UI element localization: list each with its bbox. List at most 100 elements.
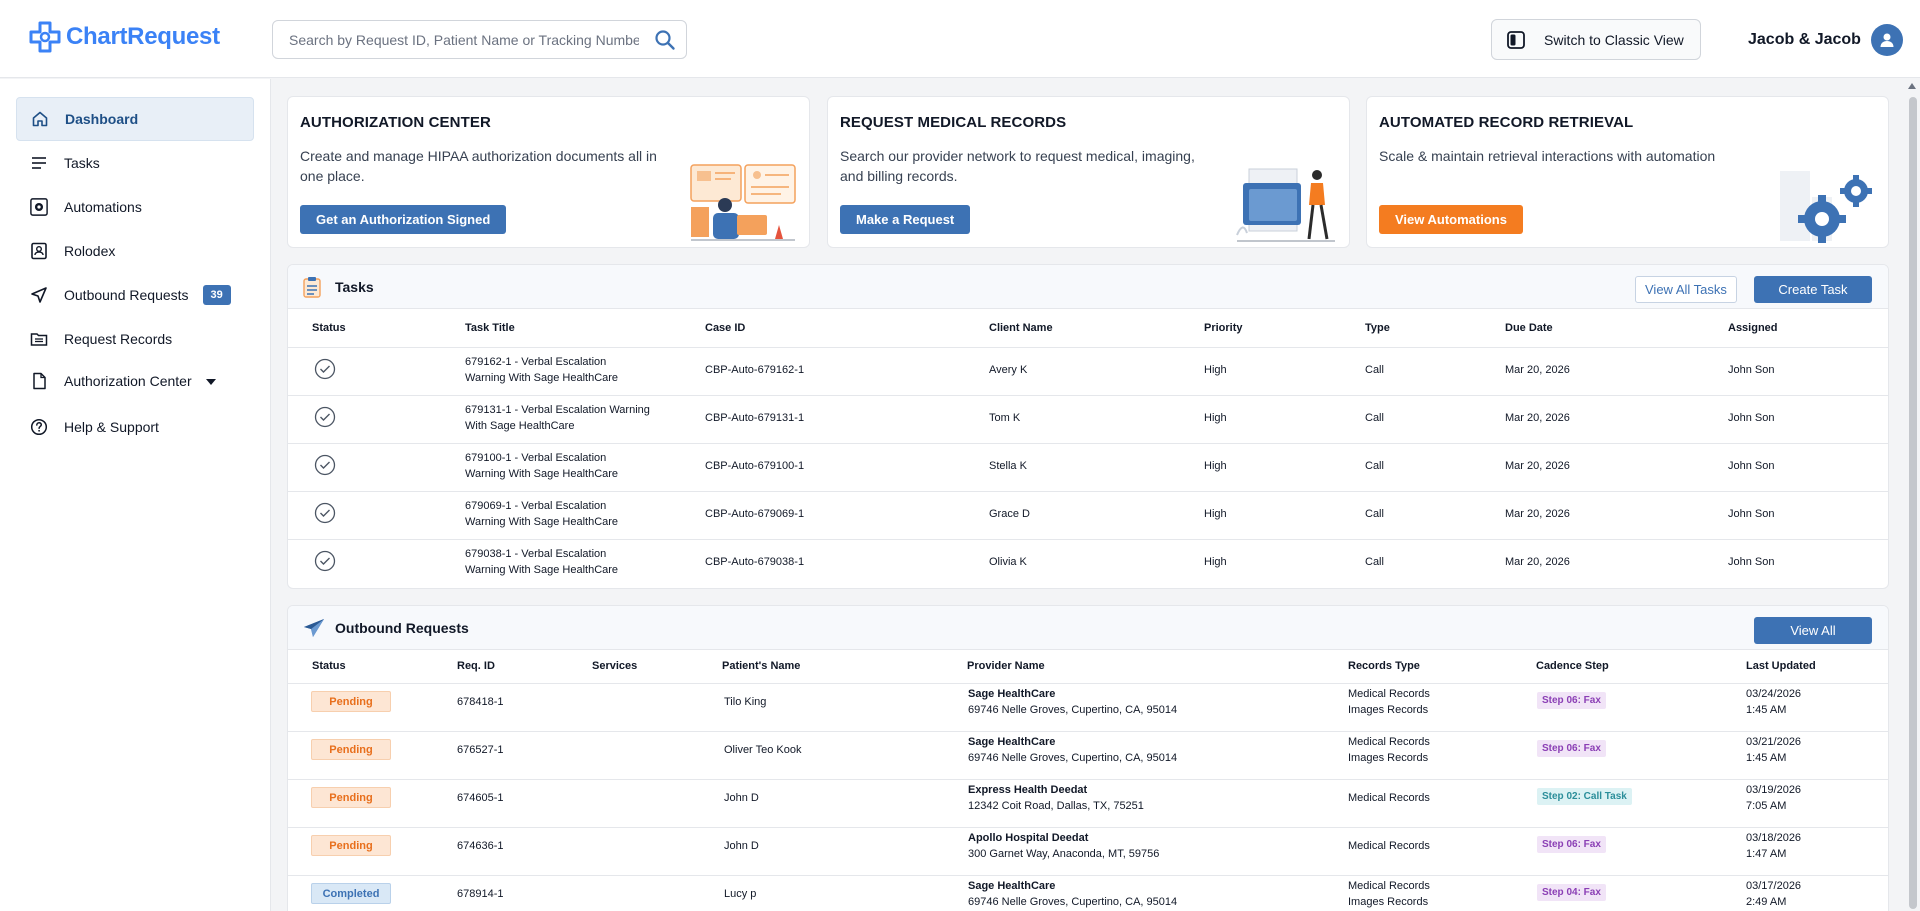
column-header: Status <box>312 660 346 672</box>
provider-info: Express Health Deedat 12342 Coit Road, Da… <box>968 782 1144 814</box>
divider <box>288 395 1888 396</box>
scroll-up-arrow-icon[interactable] <box>1908 83 1916 89</box>
request-id[interactable]: 674636-1 <box>457 838 504 854</box>
sidebar-item-help-support[interactable]: Help & Support <box>16 405 254 449</box>
outbound-requests-panel: Outbound Requests View All Status Req. I… <box>287 605 1889 911</box>
request-id[interactable]: 674605-1 <box>457 790 504 806</box>
chartrequest-logo[interactable]: ChartRequest <box>28 20 220 54</box>
column-header: Provider Name <box>967 660 1045 672</box>
check-circle-icon[interactable] <box>314 502 336 524</box>
task-title-line: Warning With Sage HealthCare <box>465 468 619 480</box>
task-title[interactable]: 679162-1 - Verbal Escalation Warning With… <box>465 354 618 386</box>
last-updated: 03/18/2026 1:47 AM <box>1746 830 1801 862</box>
card-description: Search our provider network to request m… <box>840 148 1195 184</box>
make-a-request-button[interactable]: Make a Request <box>840 205 971 234</box>
patient-name: John D <box>724 792 759 804</box>
status-badge: Pending <box>311 835 391 856</box>
check-circle-icon[interactable] <box>314 550 336 572</box>
card-title: AUTHORIZATION CENTER <box>300 114 491 131</box>
divider <box>288 539 1888 540</box>
provider-name: Apollo Hospital Deedat <box>968 832 1089 844</box>
sidebar-item-label: Authorization Center <box>64 373 192 389</box>
column-header: Priority <box>1204 322 1243 334</box>
task-title-line: Warning With Sage HealthCare <box>465 564 619 576</box>
records-type-line: Images Records <box>1348 752 1429 764</box>
check-circle-icon[interactable] <box>314 358 336 380</box>
sidebar-item-label: Dashboard <box>65 111 139 127</box>
divider <box>288 347 1888 348</box>
sidebar-item-request-records[interactable]: Request Records <box>16 317 254 361</box>
patient-name: Lucy p <box>724 888 757 900</box>
due-date: Mar 20, 2026 <box>1505 364 1570 376</box>
search-icon[interactable] <box>654 29 676 51</box>
request-id[interactable]: 678418-1 <box>457 694 504 710</box>
sidebar-item-rolodex[interactable]: Rolodex <box>16 229 254 273</box>
provider-name: Express Health Deedat <box>968 784 1088 796</box>
due-date: Mar 20, 2026 <box>1505 508 1570 520</box>
card-title: REQUEST MEDICAL RECORDS <box>840 114 1067 131</box>
provider-address: 69746 Nelle Groves, Cupertino, CA, 95014 <box>968 704 1178 716</box>
check-circle-icon[interactable] <box>314 406 336 428</box>
request-id[interactable]: 676527-1 <box>457 742 504 758</box>
user-menu[interactable]: Jacob & Jacob <box>1748 24 1903 56</box>
task-title[interactable]: 679131-1 - Verbal Escalation Warning With… <box>465 402 650 434</box>
view-automations-button[interactable]: View Automations <box>1379 205 1523 234</box>
due-date: Mar 20, 2026 <box>1505 412 1570 424</box>
task-title-line: 679131-1 - Verbal Escalation Warning <box>465 404 650 416</box>
check-circle-icon[interactable] <box>314 454 336 476</box>
logo-cross-icon <box>29 21 61 53</box>
page-scrollbar[interactable] <box>1905 79 1920 911</box>
provider-address: 12342 Coit Road, Dallas, TX, 75251 <box>968 800 1144 812</box>
get-authorization-signed-button[interactable]: Get an Authorization Signed <box>300 205 507 234</box>
task-title-line: 679100-1 - Verbal Escalation <box>465 452 607 464</box>
chevron-down-icon[interactable] <box>205 379 216 385</box>
column-header: Last Updated <box>1746 660 1816 672</box>
provider-address: 69746 Nelle Groves, Cupertino, CA, 95014 <box>968 896 1178 908</box>
card-description: Create and manage HIPAA authorization do… <box>300 148 657 184</box>
sidebar: Dashboard Tasks Automations Rolodex Outb… <box>0 79 271 911</box>
task-title[interactable]: 679100-1 - Verbal Escalation Warning With… <box>465 450 618 482</box>
switch-classic-view-button[interactable]: Switch to Classic View <box>1491 19 1701 60</box>
records-type-line: Medical Records <box>1348 688 1430 700</box>
records-type: Medical Records <box>1348 790 1430 806</box>
card-title: AUTOMATED RECORD RETRIEVAL <box>1379 114 1634 131</box>
provider-info: Sage HealthCare 69746 Nelle Groves, Cuper… <box>968 734 1177 766</box>
sidebar-item-tasks[interactable]: Tasks <box>16 141 254 185</box>
last-updated-date: 03/24/2026 <box>1746 688 1802 700</box>
divider <box>288 731 1888 732</box>
sidebar-item-dashboard[interactable]: Dashboard <box>16 97 254 141</box>
sidebar-item-automations[interactable]: Automations <box>16 185 254 229</box>
task-title[interactable]: 679038-1 - Verbal Escalation Warning With… <box>465 546 618 578</box>
priority: High <box>1204 412 1227 424</box>
view-all-tasks-button[interactable]: View All Tasks <box>1635 276 1737 303</box>
due-date: Mar 20, 2026 <box>1505 460 1570 472</box>
home-icon <box>31 110 49 128</box>
cadence-step-badge: Step 04: Fax <box>1537 884 1606 901</box>
assigned: John Son <box>1728 412 1775 424</box>
gears-illustration-icon <box>1780 171 1872 243</box>
client-name: Olivia K <box>989 556 1027 568</box>
provider-address: 300 Garnet Way, Anaconda, MT, 59756 <box>968 848 1160 860</box>
authorization-center-card: AUTHORIZATION CENTER Create and manage H… <box>287 96 810 248</box>
column-header: Services <box>592 660 638 672</box>
column-header: Assigned <box>1728 322 1778 334</box>
case-id: CBP-Auto-679038-1 <box>705 556 805 568</box>
case-id: CBP-Auto-679069-1 <box>705 508 805 520</box>
sidebar-item-outbound-requests[interactable]: Outbound Requests 39 <box>16 273 254 317</box>
avatar[interactable] <box>1870 24 1903 56</box>
view-all-outbound-button[interactable]: View All <box>1754 617 1872 644</box>
search-input[interactable] <box>289 29 639 51</box>
task-title-line: With Sage HealthCare <box>465 420 575 432</box>
task-title[interactable]: 679069-1 - Verbal Escalation Warning With… <box>465 498 618 530</box>
records-type-line: Medical Records <box>1348 736 1430 748</box>
sidebar-item-label: Outbound Requests <box>64 287 189 303</box>
request-id[interactable]: 678914-1 <box>457 886 504 902</box>
cadence-step-badge: Step 06: Fax <box>1537 692 1606 709</box>
patient-name: Tilo King <box>724 696 767 708</box>
provider-info: Apollo Hospital Deedat 300 Garnet Way, An… <box>968 830 1159 862</box>
sidebar-item-authorization-center[interactable]: Authorization Center <box>16 359 254 403</box>
contact-card-icon <box>30 242 48 260</box>
scroll-thumb[interactable] <box>1909 97 1917 909</box>
priority: High <box>1204 460 1227 472</box>
create-task-button[interactable]: Create Task <box>1754 276 1872 303</box>
